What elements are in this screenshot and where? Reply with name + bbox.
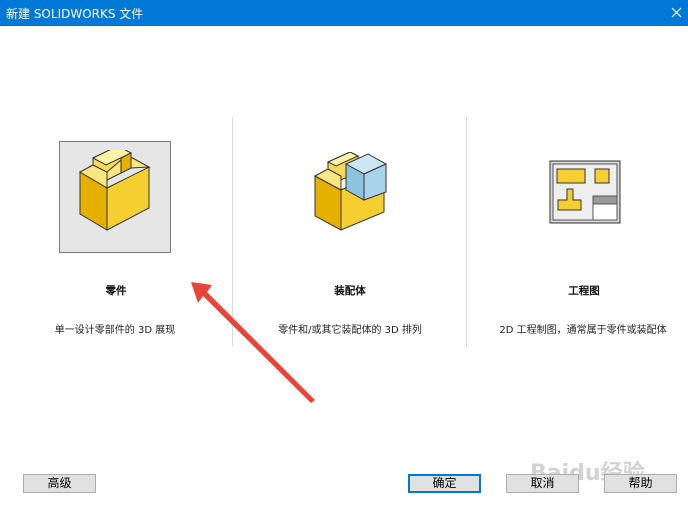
advanced-button[interactable]: 高级: [23, 474, 96, 493]
cancel-button[interactable]: 取消: [506, 474, 579, 493]
annotation-arrow-icon: [191, 282, 315, 403]
ok-button[interactable]: 确定: [408, 474, 481, 493]
help-button[interactable]: 帮助: [604, 474, 677, 493]
